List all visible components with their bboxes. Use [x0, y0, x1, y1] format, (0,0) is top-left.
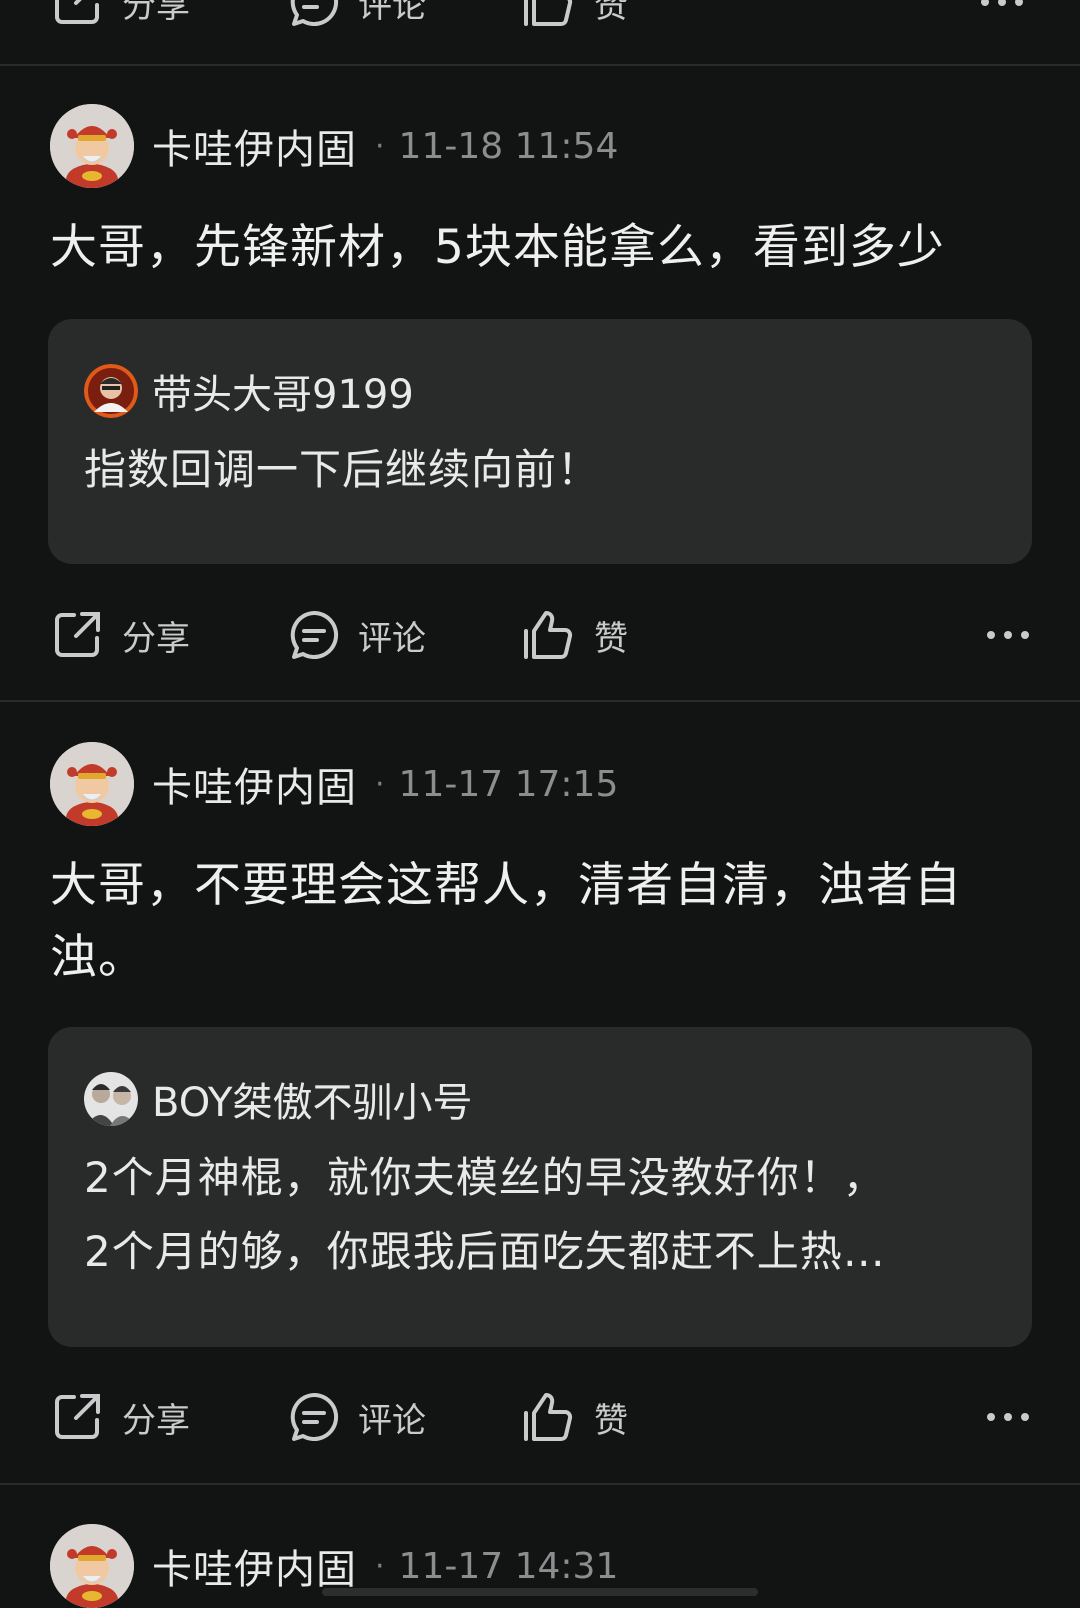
share-icon — [55, 612, 100, 657]
comment-label: 评论 — [358, 0, 426, 26]
post-actions: 分享 评论 赞 — [52, 1385, 1034, 1449]
separator-dot: · — [375, 1548, 385, 1584]
comment-icon — [290, 610, 339, 659]
like-button[interactable]: 赞 — [522, 0, 628, 34]
share-button[interactable]: 分享 — [52, 603, 190, 667]
quoted-post[interactable]: 带头大哥9199 指数回调一下后继续向前！ — [48, 319, 1032, 564]
home-indicator[interactable] — [322, 1588, 758, 1596]
share-label: 分享 — [122, 1400, 190, 1441]
more-dots-icon — [987, 1413, 1029, 1421]
post-text[interactable]: 大哥，不要理会这帮人，清者自清，浊者自浊。 — [50, 850, 1030, 994]
like-label: 赞 — [594, 1400, 628, 1441]
share-icon — [55, 1394, 100, 1439]
divider — [0, 64, 1080, 66]
comment-label: 评论 — [358, 1400, 426, 1441]
share-label: 分享 — [122, 618, 190, 659]
share-button[interactable]: 分享 — [52, 1385, 190, 1449]
quote-text: 指数回调一下后继续向前！ — [84, 433, 996, 507]
quote-line: 2个月神棍，就你夫模丝的早没教好你！， — [84, 1153, 886, 1202]
quote-text: 2个月神棍，就你夫模丝的早没教好你！， 2个月的够，你跟我后面吃矢都赶不上热… — [84, 1141, 996, 1289]
quote-author-name[interactable]: BOY桀傲不驯小号 — [152, 1070, 472, 1128]
thumbs-up-icon — [524, 611, 573, 659]
like-button[interactable]: 赞 — [522, 1385, 628, 1449]
like-button[interactable]: 赞 — [522, 603, 628, 667]
comment-label: 评论 — [358, 618, 426, 659]
more-button[interactable] — [986, 603, 1030, 667]
separator-dot: · — [375, 128, 385, 164]
quote-author-name[interactable]: 带头大哥9199 — [152, 362, 414, 420]
like-label: 赞 — [594, 618, 628, 659]
avatar[interactable] — [50, 1524, 134, 1608]
avatar[interactable] — [50, 742, 134, 826]
more-dots-icon — [981, 0, 1023, 6]
comment-icon — [290, 0, 339, 26]
avatar[interactable] — [50, 104, 134, 188]
comment-button[interactable]: 评论 — [288, 0, 426, 34]
post-time: 11-17 14:31 — [398, 1545, 619, 1587]
comment-button[interactable]: 评论 — [288, 603, 426, 667]
quote-line: 指数回调一下后继续向前！ — [84, 445, 601, 494]
divider — [0, 1483, 1080, 1485]
quoted-post[interactable]: BOY桀傲不驯小号 2个月神棍，就你夫模丝的早没教好你！， 2个月的够，你跟我后… — [48, 1027, 1032, 1347]
post-time: 11-17 17:15 — [398, 763, 619, 805]
thumbs-up-icon — [524, 1393, 573, 1441]
quote-avatar — [84, 1072, 138, 1126]
divider — [0, 700, 1080, 702]
comment-icon — [290, 1392, 339, 1441]
more-button[interactable] — [986, 1385, 1030, 1449]
more-dots-icon — [987, 631, 1029, 639]
author-name[interactable]: 卡哇伊内固 — [152, 117, 357, 175]
post-header[interactable]: 卡哇伊内固 · 11-17 17:15 — [50, 742, 618, 826]
separator-dot: · — [375, 766, 385, 802]
share-label: 分享 — [122, 0, 190, 26]
more-button[interactable] — [980, 0, 1024, 34]
share-button[interactable]: 分享 — [52, 0, 190, 34]
quote-avatar — [84, 364, 138, 418]
post-text[interactable]: 大哥，先锋新材，5块本能拿么，看到多少 — [50, 212, 1035, 284]
previous-post-actions: 分享 评论 赞 — [0, 0, 1080, 30]
like-label: 赞 — [594, 0, 628, 26]
post-time: 11-18 11:54 — [398, 125, 619, 167]
thumbs-up-icon — [524, 0, 573, 26]
author-name[interactable]: 卡哇伊内固 — [152, 1537, 357, 1595]
post-actions: 分享 评论 赞 — [52, 603, 1034, 667]
quote-line: 2个月的够，你跟我后面吃矢都赶不上热… — [84, 1227, 886, 1276]
author-name[interactable]: 卡哇伊内固 — [152, 755, 357, 813]
comment-button[interactable]: 评论 — [288, 1385, 426, 1449]
post-header[interactable]: 卡哇伊内固 · 11-18 11:54 — [50, 104, 618, 188]
share-icon — [55, 0, 99, 24]
